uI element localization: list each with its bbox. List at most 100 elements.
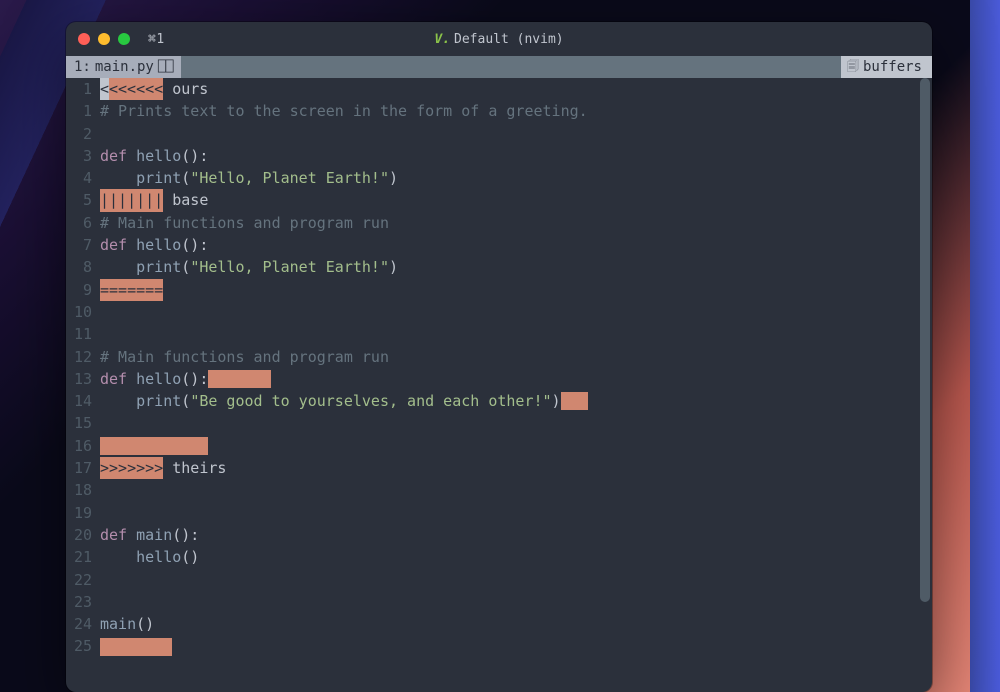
buffers-label: buffers — [863, 59, 922, 75]
token-str: "Be good to yourselves, and each other!" — [190, 390, 551, 412]
line-number: 1 — [66, 78, 92, 100]
token-err: <<<<<< — [109, 78, 163, 100]
trailing-whitespace-highlight — [561, 392, 588, 410]
token-plain: ours — [163, 78, 208, 100]
code-line[interactable]: def main(): — [100, 524, 932, 546]
token-plain: theirs — [163, 457, 226, 479]
code-line[interactable]: def hello(): — [100, 368, 932, 390]
token-str: "Hello, Planet Earth!" — [190, 256, 389, 278]
code-line[interactable] — [100, 502, 932, 524]
line-number: 9 — [66, 279, 92, 301]
line-number: 15 — [66, 412, 92, 434]
line-number: 25 — [66, 635, 92, 657]
line-number: 7 — [66, 234, 92, 256]
token-punc: (): — [172, 524, 199, 546]
line-number: 18 — [66, 479, 92, 501]
line-number: 17 — [66, 457, 92, 479]
code-line[interactable]: # Prints text to the screen in the form … — [100, 100, 932, 122]
line-number: 3 — [66, 145, 92, 167]
code-line[interactable] — [100, 412, 932, 434]
token-err: ||||||| — [100, 189, 163, 211]
code-line[interactable]: <<<<<<< ours — [100, 78, 932, 100]
tabbar-spacer — [181, 56, 932, 78]
terminal-window: ⌘1 V.Default (nvim) 1: main.py ⎕⎕ 🗐 buff… — [66, 22, 932, 692]
buffers-icon: 🗐 — [847, 57, 859, 78]
token-punc: (): — [181, 368, 208, 390]
code-line[interactable]: hello() — [100, 546, 932, 568]
token-comment: # Main functions and program run — [100, 212, 389, 234]
tab-main-py[interactable]: 1: main.py ⎕⎕ — [66, 56, 181, 78]
token-fn: main — [136, 524, 172, 546]
token-kw: def — [100, 368, 136, 390]
trailing-whitespace-highlight — [208, 370, 271, 388]
token-fn: hello — [136, 368, 181, 390]
line-number: 1 — [66, 100, 92, 122]
token-plain — [100, 256, 136, 278]
token-err: ======= — [100, 279, 163, 301]
line-number: 6 — [66, 212, 92, 234]
code-line[interactable] — [100, 635, 932, 657]
line-number: 12 — [66, 346, 92, 368]
code-line[interactable] — [100, 479, 932, 501]
buffer-tabbar[interactable]: 1: main.py ⎕⎕ 🗐 buffers — [66, 56, 932, 78]
code-line[interactable]: ======= — [100, 279, 932, 301]
token-builtin: print — [136, 167, 181, 189]
token-comment: # Prints text to the screen in the form … — [100, 100, 588, 122]
code-line[interactable]: # Main functions and program run — [100, 346, 932, 368]
code-line[interactable]: print("Hello, Planet Earth!") — [100, 256, 932, 278]
token-plain — [100, 390, 136, 412]
line-number-gutter: 1123456789101112131415161718192021222324… — [66, 78, 100, 692]
line-number: 19 — [66, 502, 92, 524]
window-shortcut-label: ⌘1 — [148, 32, 165, 47]
buffers-indicator[interactable]: 🗐 buffers — [841, 56, 932, 78]
code-line[interactable] — [100, 123, 932, 145]
line-number: 10 — [66, 301, 92, 323]
code-line[interactable]: >>>>>>> theirs — [100, 457, 932, 479]
token-plain: base — [163, 189, 208, 211]
code-line[interactable]: print("Be good to yourselves, and each o… — [100, 390, 932, 412]
titlebar[interactable]: ⌘1 V.Default (nvim) — [66, 22, 932, 56]
line-number: 2 — [66, 123, 92, 145]
window-title-text: Default (nvim) — [454, 32, 564, 47]
token-kw: def — [100, 145, 136, 167]
token-punc: (): — [181, 145, 208, 167]
code-line[interactable] — [100, 591, 932, 613]
maximize-button[interactable] — [118, 33, 130, 45]
code-line[interactable] — [100, 569, 932, 591]
token-punc: ( — [181, 390, 190, 412]
token-cursor: < — [100, 78, 109, 100]
line-number: 11 — [66, 323, 92, 345]
line-number: 20 — [66, 524, 92, 546]
token-punc: (): — [181, 234, 208, 256]
token-fn: main — [100, 613, 136, 635]
tab-modified-icon: ⎕⎕ — [158, 59, 173, 75]
code-line[interactable] — [100, 435, 932, 457]
code-line[interactable] — [100, 301, 932, 323]
line-number: 13 — [66, 368, 92, 390]
code-line[interactable]: def hello(): — [100, 145, 932, 167]
line-number: 5 — [66, 189, 92, 211]
code-line[interactable]: print("Hello, Planet Earth!") — [100, 167, 932, 189]
token-comment: # Main functions and program run — [100, 346, 389, 368]
editor-viewport[interactable]: 1123456789101112131415161718192021222324… — [66, 78, 932, 692]
code-line[interactable] — [100, 323, 932, 345]
code-line[interactable]: main() — [100, 613, 932, 635]
code-line[interactable]: def hello(): — [100, 234, 932, 256]
code-area[interactable]: <<<<<<< ours# Prints text to the screen … — [100, 78, 932, 692]
line-number: 22 — [66, 569, 92, 591]
tab-filename: main.py — [95, 59, 154, 75]
code-line[interactable]: ||||||| base — [100, 189, 932, 211]
code-line[interactable]: # Main functions and program run — [100, 212, 932, 234]
token-builtin: print — [136, 390, 181, 412]
token-str: "Hello, Planet Earth!" — [190, 167, 389, 189]
close-button[interactable] — [78, 33, 90, 45]
token-punc: () — [136, 613, 154, 635]
trailing-whitespace-highlight — [100, 638, 172, 656]
token-builtin: print — [136, 256, 181, 278]
line-number: 24 — [66, 613, 92, 635]
tab-index: 1: — [74, 59, 91, 75]
window-title: V.Default (nvim) — [66, 32, 932, 47]
traffic-lights — [78, 33, 130, 45]
scrollbar[interactable] — [920, 78, 930, 602]
minimize-button[interactable] — [98, 33, 110, 45]
